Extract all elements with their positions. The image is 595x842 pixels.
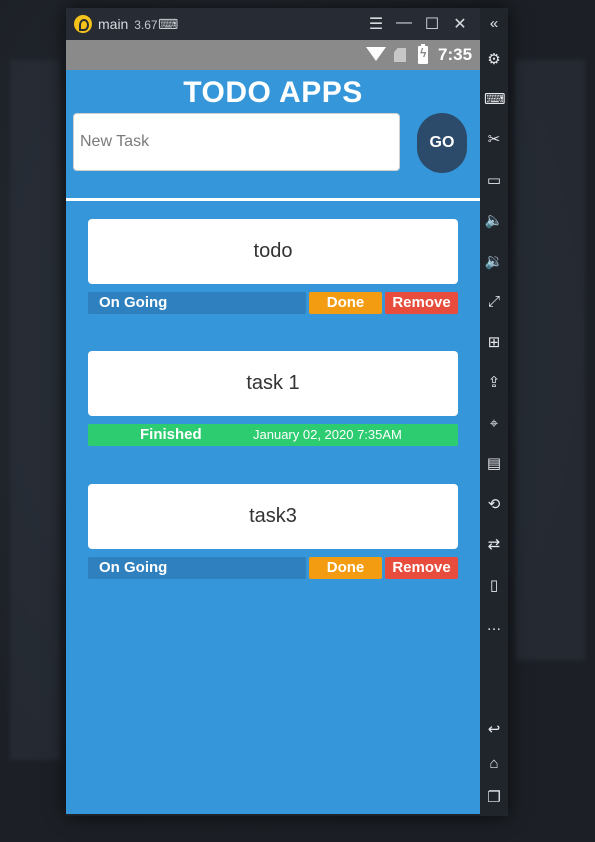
done-button[interactable]: Done xyxy=(309,292,382,314)
remove-button[interactable]: Remove xyxy=(385,557,458,579)
minimize-icon[interactable]: — xyxy=(394,14,414,32)
volume-up-icon[interactable]: 🔈 xyxy=(484,211,504,231)
task-name: task3 xyxy=(88,484,458,549)
finished-label: Finished xyxy=(140,426,202,443)
task-name: task 1 xyxy=(88,351,458,416)
close-icon[interactable]: ✕ xyxy=(450,14,470,34)
sync-icon[interactable]: ⇄ xyxy=(484,535,504,555)
status-badge: On Going xyxy=(88,557,306,579)
android-statusbar: ϟ 7:35 xyxy=(66,40,480,70)
menu-icon[interactable]: ☰ xyxy=(366,14,386,34)
task-actions: On Going Done Remove xyxy=(88,557,458,579)
task-status-row: Finished January 02, 2020 7:35AM xyxy=(88,424,458,446)
task-card: todo On Going Done Remove xyxy=(88,219,458,314)
task-name: todo xyxy=(88,219,458,284)
replay-icon[interactable]: ⟲ xyxy=(484,495,504,515)
wifi-icon xyxy=(366,47,386,61)
task-actions: On Going Done Remove xyxy=(88,292,458,314)
no-sim-icon xyxy=(394,48,406,62)
desktop-background xyxy=(10,60,60,760)
settings-icon[interactable]: ⚙ xyxy=(484,50,504,70)
scissors-icon[interactable]: ✂ xyxy=(484,130,504,150)
back-icon[interactable]: ↩ xyxy=(484,720,504,740)
install-apk-icon[interactable]: ⇪ xyxy=(484,373,504,393)
add-apk-icon[interactable]: ⊞ xyxy=(484,333,504,353)
home-icon[interactable]: ⌂ xyxy=(484,754,504,774)
recent-apps-icon[interactable]: ❐ xyxy=(484,788,504,808)
location-icon[interactable]: ⌖ xyxy=(484,414,504,434)
go-button[interactable]: GO xyxy=(417,113,467,173)
record-icon[interactable]: ▭ xyxy=(484,171,504,191)
page-title: TODO APPS xyxy=(183,76,363,109)
maximize-icon[interactable]: ☐ xyxy=(422,14,442,34)
emulator-toolbar: « ⚙ ⌨ ✂ ▭ 🔈 🔉 ⤢ ⊞ ⇪ ⌖ ▤ ⟲ ⇄ ▯ … ↩ ⌂ ❐ xyxy=(480,8,508,816)
done-button[interactable]: Done xyxy=(309,557,382,579)
task-card: task 1 Finished January 02, 2020 7:35AM xyxy=(88,351,458,446)
new-task-input[interactable] xyxy=(73,113,400,171)
fullscreen-icon[interactable]: ⤢ xyxy=(484,292,504,312)
collapse-icon[interactable]: « xyxy=(484,14,504,34)
status-badge: Finished January 02, 2020 7:35AM xyxy=(88,424,458,446)
emulator-titlebar: main 3.67 ⌨ ☰ — ☐ ✕ xyxy=(66,8,480,40)
task-card: task3 On Going Done Remove xyxy=(88,484,458,579)
more-icon[interactable]: … xyxy=(484,616,504,636)
charging-icon: ϟ xyxy=(420,46,427,60)
finished-date: January 02, 2020 7:35AM xyxy=(253,427,402,442)
todo-app-screen: TODO APPS GO todo On Going Done Remove t… xyxy=(66,70,480,814)
desktop-background xyxy=(515,60,585,660)
ldplayer-logo-icon xyxy=(74,15,92,33)
divider xyxy=(66,198,480,201)
window-title: main 3.67 xyxy=(98,16,158,32)
volume-down-icon[interactable]: 🔉 xyxy=(484,252,504,272)
desktop-icon[interactable]: ▤ xyxy=(484,454,504,474)
gamepad-icon[interactable]: ⌨ xyxy=(158,16,178,33)
keyboard-icon[interactable]: ⌨ xyxy=(484,90,506,110)
shake-icon[interactable]: ▯ xyxy=(484,576,504,596)
status-badge: On Going xyxy=(88,292,306,314)
remove-button[interactable]: Remove xyxy=(385,292,458,314)
clock: 7:35 xyxy=(438,45,473,64)
